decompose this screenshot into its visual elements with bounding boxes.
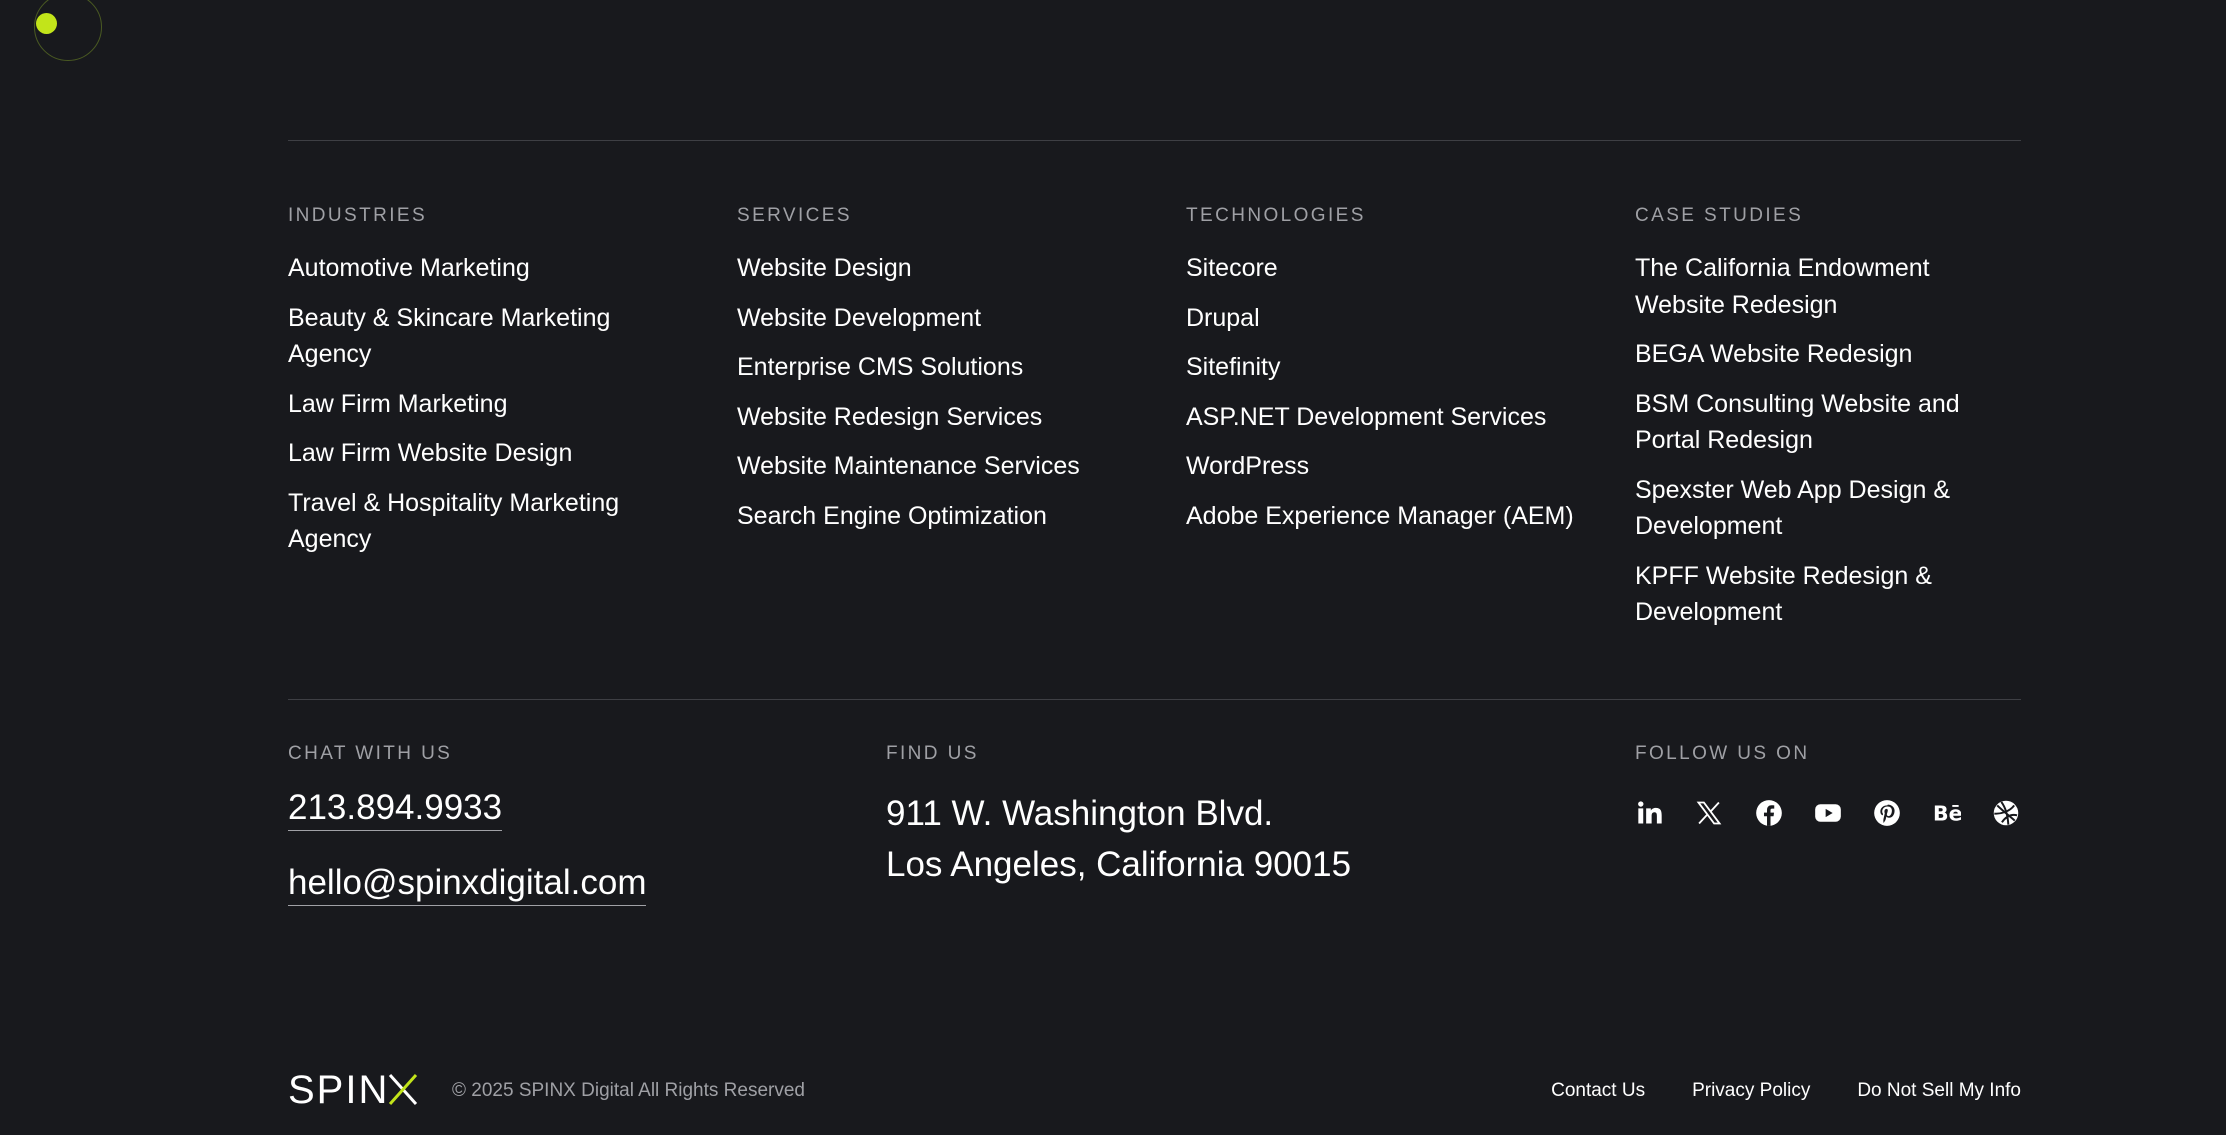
middle-divider <box>288 699 2021 700</box>
case-studies-heading: Case Studies <box>1635 205 1804 226</box>
footer-links: Contact Us Privacy Policy Do Not Sell My… <box>1551 1080 2021 1102</box>
services-links: Website Design Website Development Enter… <box>737 250 1137 534</box>
case-study-link[interactable]: Spexster Web App Design & Development <box>1635 472 2021 545</box>
cursor-dot <box>36 13 57 34</box>
industries-heading: Industries <box>288 205 428 226</box>
facebook-icon[interactable] <box>1754 798 1784 828</box>
case-studies-column: Case Studies The California Endowment We… <box>1635 204 2021 644</box>
privacy-policy-link[interactable]: Privacy Policy <box>1692 1080 1810 1102</box>
top-divider <box>288 140 2021 141</box>
case-studies-links: The California Endowment Website Redesig… <box>1635 250 2021 631</box>
svg-text:SPIN: SPIN <box>288 1072 389 1106</box>
industries-link[interactable]: Law Firm Website Design <box>288 435 688 472</box>
spinx-logo[interactable]: SPIN <box>288 1072 424 1106</box>
email-link[interactable]: hello@spinxdigital.com <box>288 863 647 906</box>
technologies-link[interactable]: WordPress <box>1186 448 1626 485</box>
case-study-link[interactable]: KPFF Website Redesign & Development <box>1635 558 2021 631</box>
technologies-heading: Technologies <box>1186 205 1366 226</box>
industries-column: Industries Automotive Marketing Beauty &… <box>288 204 688 571</box>
services-column: Services Website Design Website Developm… <box>737 204 1137 547</box>
social-icons: Bē <box>1635 798 2021 828</box>
industries-link[interactable]: Automotive Marketing <box>288 250 688 287</box>
contact-us-link[interactable]: Contact Us <box>1551 1080 1645 1102</box>
svg-text:Bē: Bē <box>1933 802 1961 826</box>
services-link[interactable]: Website Development <box>737 300 1137 337</box>
do-not-sell-link[interactable]: Do Not Sell My Info <box>1857 1080 2021 1102</box>
services-link[interactable]: Website Maintenance Services <box>737 448 1137 485</box>
chat-heading: Chat with us <box>288 743 453 764</box>
services-link[interactable]: Enterprise CMS Solutions <box>737 349 1137 386</box>
follow-section: Follow us on Bē <box>1635 742 2021 828</box>
chat-section: Chat with us 213.894.9933 hello@spinxdig… <box>288 742 647 906</box>
services-heading: Services <box>737 205 852 226</box>
dribbble-icon[interactable] <box>1991 798 2021 828</box>
linkedin-icon[interactable] <box>1635 798 1665 828</box>
copyright-text: © 2025 SPINX Digital All Rights Reserved <box>452 1080 805 1101</box>
industries-link[interactable]: Beauty & Skincare Marketing Agency <box>288 300 688 373</box>
case-study-link[interactable]: BSM Consulting Website and Portal Redesi… <box>1635 386 2021 459</box>
case-study-link[interactable]: BEGA Website Redesign <box>1635 336 2021 373</box>
services-link[interactable]: Website Design <box>737 250 1137 287</box>
case-study-link[interactable]: The California Endowment Website Redesig… <box>1635 250 2021 323</box>
technologies-column: Technologies Sitecore Drupal Sitefinity … <box>1186 204 1626 547</box>
address-line-2: Los Angeles, California 90015 <box>886 845 1352 884</box>
youtube-icon[interactable] <box>1813 798 1843 828</box>
phone-link[interactable]: 213.894.9933 <box>288 788 503 831</box>
find-heading: Find us <box>886 743 979 764</box>
technologies-link[interactable]: Drupal <box>1186 300 1626 337</box>
technologies-link[interactable]: Sitecore <box>1186 250 1626 287</box>
behance-icon[interactable]: Bē <box>1932 798 1962 828</box>
technologies-link[interactable]: Adobe Experience Manager (AEM) <box>1186 498 1626 535</box>
pinterest-icon[interactable] <box>1872 798 1902 828</box>
follow-heading: Follow us on <box>1635 743 1810 764</box>
x-twitter-icon[interactable] <box>1694 798 1724 828</box>
address-line-1: 911 W. Washington Blvd. <box>886 794 1274 833</box>
services-link[interactable]: Website Redesign Services <box>737 399 1137 436</box>
find-section: Find us 911 W. Washington Blvd. Los Ange… <box>886 742 1351 890</box>
industries-link[interactable]: Travel & Hospitality Marketing Agency <box>288 485 688 558</box>
industries-links: Automotive Marketing Beauty & Skincare M… <box>288 250 688 558</box>
technologies-link[interactable]: ASP.NET Development Services <box>1186 399 1626 436</box>
services-link[interactable]: Search Engine Optimization <box>737 498 1137 535</box>
technologies-link[interactable]: Sitefinity <box>1186 349 1626 386</box>
technologies-links: Sitecore Drupal Sitefinity ASP.NET Devel… <box>1186 250 1626 534</box>
bottom-bar: SPIN © 2025 SPINX Digital All Rights Res… <box>288 1070 2021 1110</box>
industries-link[interactable]: Law Firm Marketing <box>288 386 688 423</box>
